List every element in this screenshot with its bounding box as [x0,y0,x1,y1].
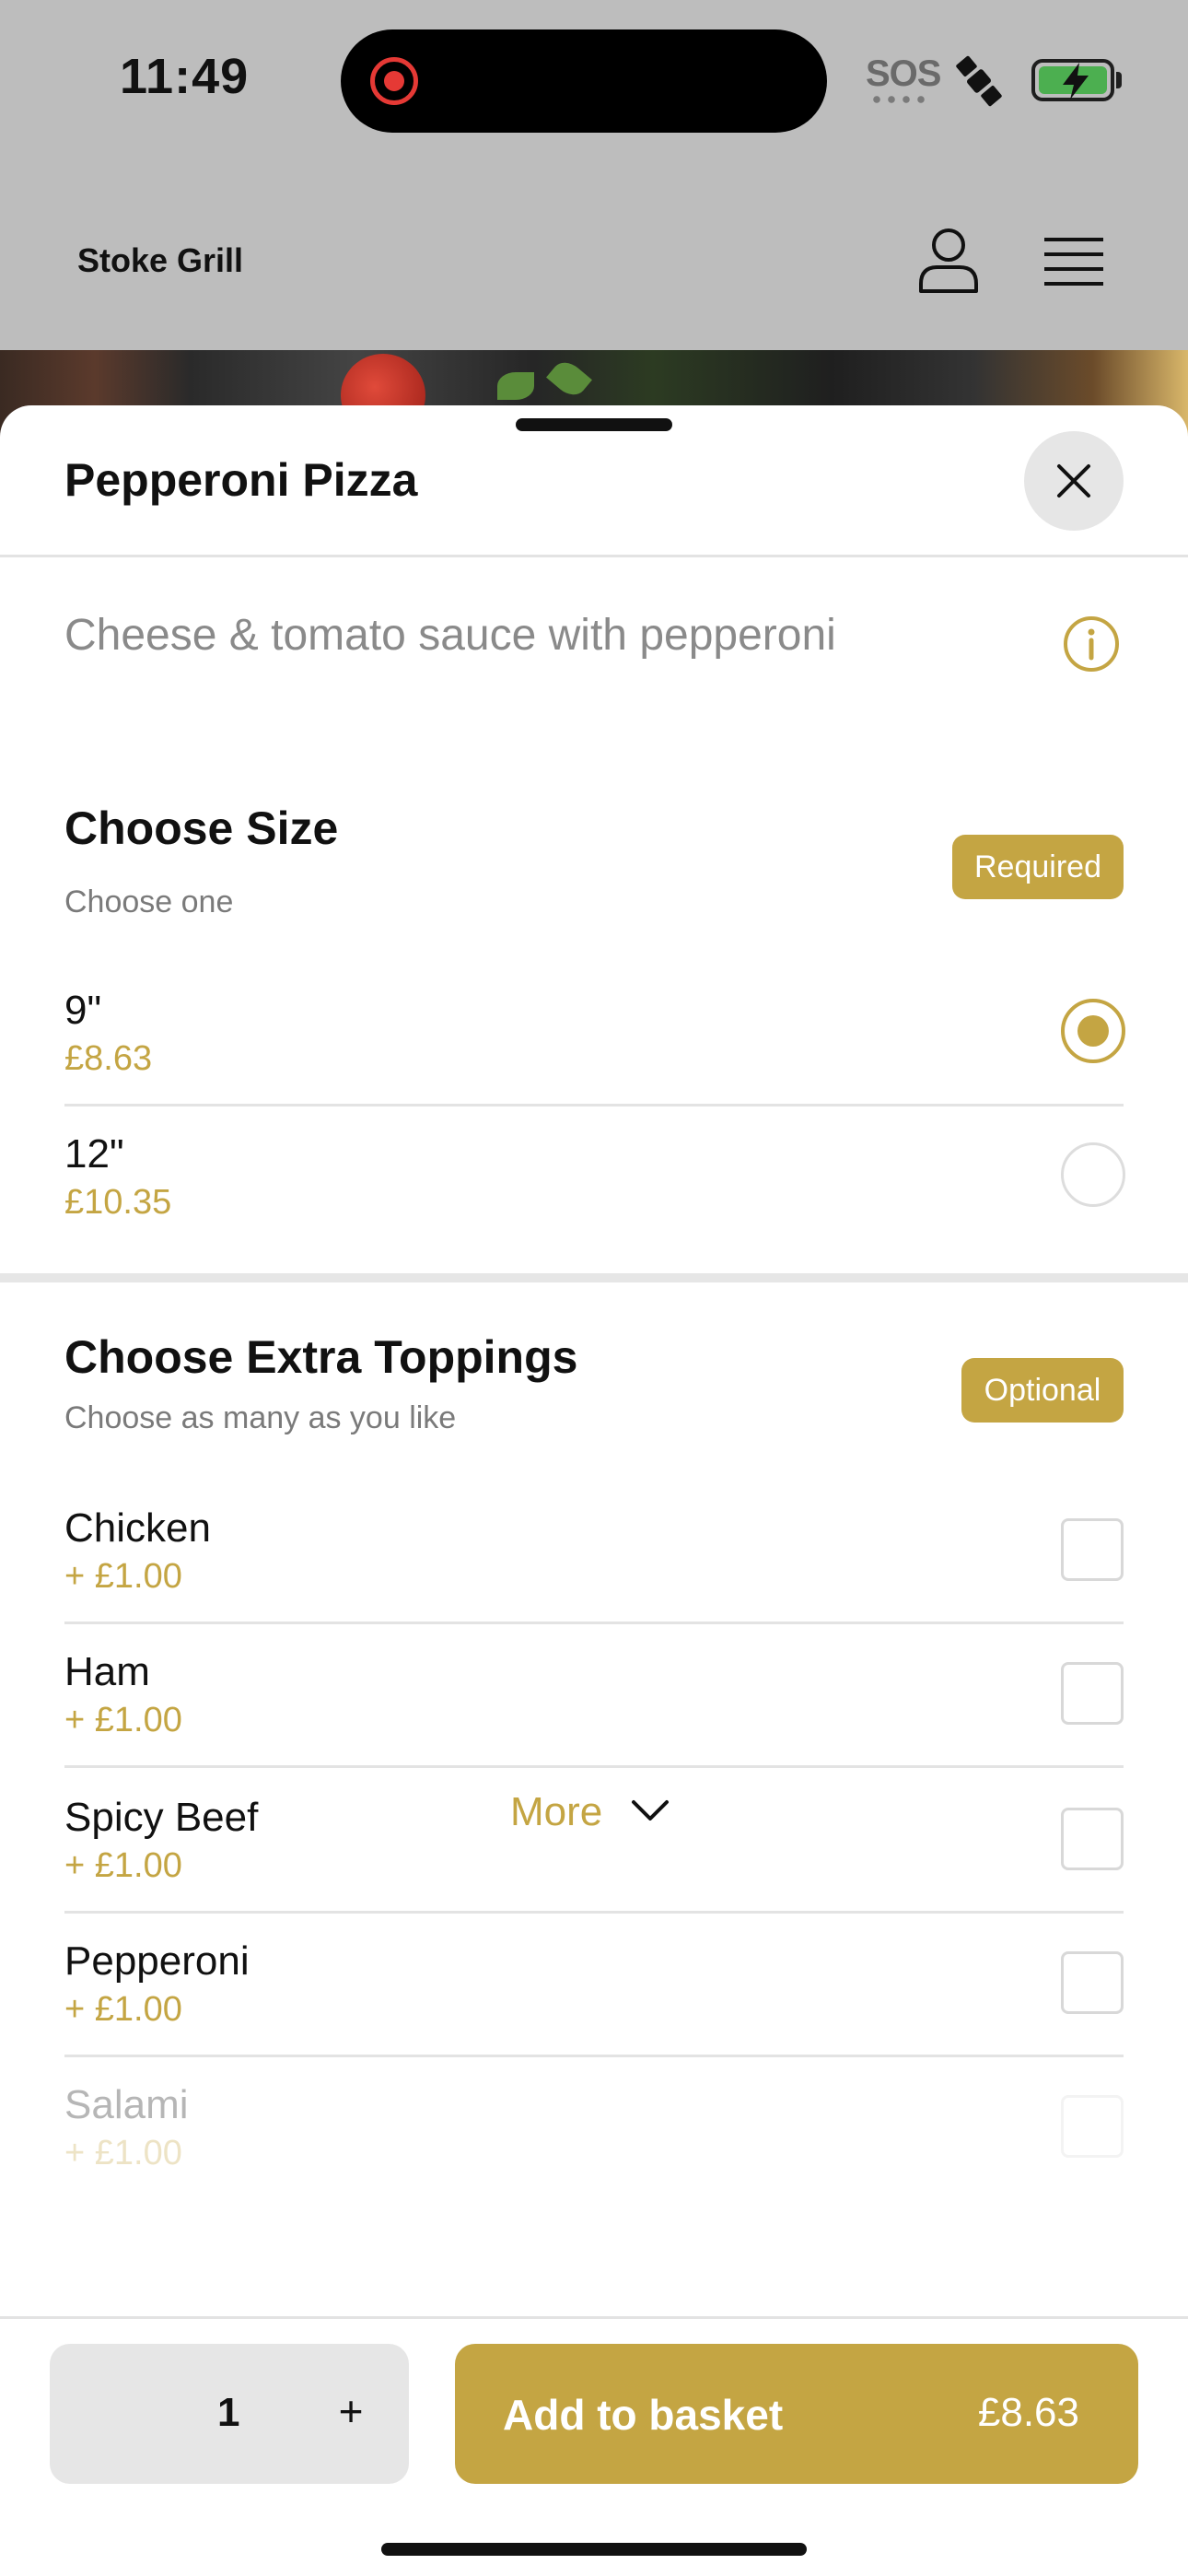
quantity-value: 1 [217,2390,240,2435]
divider [64,1622,1124,1624]
topping-option-chicken[interactable]: Chicken + £1.00 [64,1505,1124,1607]
battery-icon [1031,59,1114,101]
dynamic-island [341,29,827,133]
recording-indicator-icon [370,57,418,105]
option-price: + £1.00 [64,1846,182,1885]
option-price: £8.63 [64,1039,153,1078]
size-section-title: Choose Size [64,802,339,854]
option-name: Pepperoni [64,1938,250,1984]
divider [64,1104,1124,1107]
battery-cap [1116,72,1122,88]
topping-option-pepperoni[interactable]: Pepperoni + £1.00 [64,1938,1124,2040]
menu-icon[interactable] [1044,236,1103,287]
signal-dots-icon [869,96,930,103]
option-name: Chicken [64,1505,211,1551]
close-icon [1057,464,1090,498]
divider [0,555,1188,557]
info-icon[interactable] [1063,615,1120,673]
required-badge: Required [952,835,1124,899]
status-bar: 11:49 SOS [0,0,1188,166]
app-header: Stoke Grill [0,166,1188,350]
option-price: + £1.00 [64,2134,182,2172]
brand-name[interactable]: Stoke Grill [77,241,243,280]
topping-checkbox-pepperoni[interactable] [1061,1951,1124,2014]
optional-badge: Optional [961,1358,1124,1423]
toppings-section-subtitle: Choose as many as you like [64,1400,457,1435]
battery-level [1039,63,1107,100]
topping-checkbox-chicken[interactable] [1061,1518,1124,1581]
footer-divider [0,2316,1188,2319]
divider [64,1911,1124,1914]
size-section-subtitle: Choose one [64,884,234,919]
size-radio-12[interactable] [1061,1142,1125,1207]
option-name: 12" [64,1131,124,1177]
item-title: Pepperoni Pizza [64,454,418,506]
option-price: + £1.00 [64,1557,182,1596]
chevron-down-icon[interactable] [630,1797,670,1824]
basil-leaf-image [497,372,534,400]
more-button[interactable]: More [510,1789,602,1835]
quantity-increase-button[interactable]: + [328,2386,374,2436]
option-name: Ham [64,1649,150,1694]
divider [64,1765,1124,1768]
size-option-9[interactable]: 9" £8.63 [64,988,1125,1089]
section-separator [0,1273,1188,1282]
option-price: + £1.00 [64,1701,182,1739]
basket-total: £8.63 [977,2390,1079,2435]
option-price: + £1.00 [64,1990,182,2029]
topping-option-salami[interactable]: Salami + £1.00 [64,2082,1124,2174]
option-price: £10.35 [64,1183,172,1222]
size-radio-9[interactable] [1061,999,1125,1063]
satellite-icon [956,55,1002,107]
toppings-section-title: Choose Extra Toppings [64,1331,578,1383]
close-button[interactable] [1024,431,1124,531]
add-to-basket-button[interactable]: Add to basket £8.63 [455,2344,1138,2484]
sos-indicator: SOS [866,53,941,94]
topping-checkbox-salami[interactable] [1061,2095,1124,2158]
add-to-basket-label: Add to basket [503,2391,784,2439]
user-icon[interactable] [917,227,980,293]
option-name: 9" [64,988,102,1033]
topping-checkbox-spicy-beef[interactable] [1061,1808,1124,1870]
item-description: Cheese & tomato sauce with pepperoni [64,611,836,660]
item-detail-sheet: Pepperoni Pizza Cheese & tomato sauce wi… [0,405,1188,2576]
charging-bolt-icon [1063,63,1089,100]
option-name: Spicy Beef [64,1795,259,1840]
divider [64,2055,1124,2057]
topping-checkbox-ham[interactable] [1061,1662,1124,1725]
topping-option-ham[interactable]: Ham + £1.00 [64,1649,1124,1751]
home-indicator [381,2543,807,2556]
size-option-12[interactable]: 12" £10.35 [64,1131,1125,1233]
quantity-stepper: 1 + [50,2344,409,2484]
option-name: Salami [64,2082,189,2127]
sheet-grabber[interactable] [516,418,672,431]
status-time: 11:49 [120,49,250,104]
